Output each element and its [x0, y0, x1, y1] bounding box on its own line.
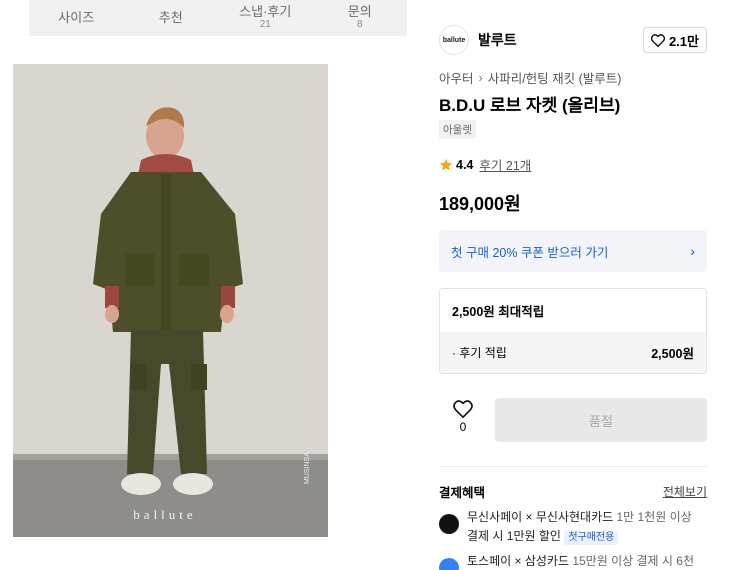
max-points-label: 2,500원 최대적립: [452, 305, 545, 319]
first-purchase-coupon-banner[interactable]: 첫 구매 20% 쿠폰 받으러 가기 ›: [439, 230, 707, 272]
payment-benefits-title: 결제혜택: [439, 486, 486, 500]
benefit-detail: 1만 1천원 이상: [613, 510, 692, 524]
tab-recommend[interactable]: 추천: [124, 0, 219, 36]
heart-icon: [650, 33, 665, 47]
benefit-title: 무신사페이 × 무신사현대카드: [467, 510, 614, 524]
points-box: 2,500원 최대적립 · 후기 적립 2,500원: [439, 288, 707, 374]
brand-like-count: 2.1만: [668, 33, 699, 49]
benefit-title: 토스페이 × 삼성카드: [467, 554, 569, 568]
rating-score: 4.4: [456, 157, 474, 172]
tab-recommend-label: 추천: [158, 10, 183, 25]
sold-out-button[interactable]: 품절: [495, 398, 707, 442]
rating-row: 4.4 후기 21개: [439, 155, 531, 174]
benefit-detail: 15만원 이상 결제 시 6천: [569, 554, 695, 568]
tab-size[interactable]: 사이즈: [29, 0, 124, 36]
chevron-right-icon: ›: [690, 243, 695, 259]
heart-icon: [453, 400, 473, 418]
musinsa-pay-icon: [439, 514, 459, 534]
tab-size-label: 사이즈: [58, 10, 95, 25]
photo-watermark: ballute: [133, 507, 196, 522]
benefit-line2: 결제 시 1만원 할인: [467, 529, 561, 543]
brand-row: ballute 발루트 2.1만: [439, 24, 707, 56]
divider: [439, 466, 707, 467]
brand-logo-text: ballute: [442, 36, 466, 44]
product-info-panel: ballute 발루트 2.1만 아우터 › 사파리/헌팅 재킷 (발루트) B…: [423, 12, 724, 570]
see-all-benefits-link[interactable]: 전체보기: [663, 483, 707, 500]
brand-logo[interactable]: ballute: [439, 25, 469, 55]
breadcrumb-subcategory[interactable]: 사파리/헌팅 재킷 (발루트): [488, 68, 622, 87]
coupon-text: 첫 구매 20% 쿠폰 받으러 가기: [451, 245, 609, 260]
breadcrumb: 아우터 › 사파리/헌팅 재킷 (발루트): [439, 68, 621, 87]
toss-pay-icon: [439, 558, 459, 570]
brand-like-button[interactable]: 2.1만: [642, 27, 707, 53]
product-photo[interactable]: ballute MUSINSA: [13, 64, 328, 537]
benefit-item[interactable]: 무신사페이 × 무신사현대카드 1만 1천원 이상 결제 시 1만원 할인 첫구…: [439, 508, 707, 546]
product-tab-bar: 사이즈 추천 스냅·후기 21 문의 8: [29, 0, 407, 36]
outlet-tag: 아울렛: [439, 120, 476, 139]
tab-snap-review-label: 스냅·후기: [239, 4, 292, 19]
photo-side-text: MUSINSA: [304, 452, 311, 484]
breadcrumb-category[interactable]: 아우터: [439, 68, 474, 87]
star-icon: [439, 158, 453, 171]
review-count-link[interactable]: 후기 21개: [479, 155, 531, 174]
tab-snap-review[interactable]: 스냅·후기 21: [218, 0, 313, 36]
review-points-value: 2,500원: [651, 347, 694, 361]
tab-inquiry[interactable]: 문의 8: [313, 0, 408, 36]
tab-snap-review-count: 21: [259, 19, 271, 30]
product-price: 189,000원: [439, 194, 521, 214]
chevron-right-icon: ›: [478, 70, 483, 85]
product-title: B.D.U 로브 자켓 (올리브): [439, 96, 621, 115]
first-purchase-badge: 첫구매전용: [564, 531, 619, 545]
tab-inquiry-count: 8: [356, 19, 363, 30]
payment-benefits-header: 결제혜택 전체보기: [439, 482, 707, 501]
benefit-item[interactable]: 토스페이 × 삼성카드 15만원 이상 결제 시 6천: [439, 552, 707, 570]
wishlist-count: 0: [459, 420, 467, 434]
tab-inquiry-label: 문의: [347, 4, 372, 19]
review-points-label: · 후기 적립: [452, 346, 507, 360]
brand-name[interactable]: 발루트: [478, 30, 517, 50]
wishlist-button[interactable]: 0: [447, 400, 479, 434]
